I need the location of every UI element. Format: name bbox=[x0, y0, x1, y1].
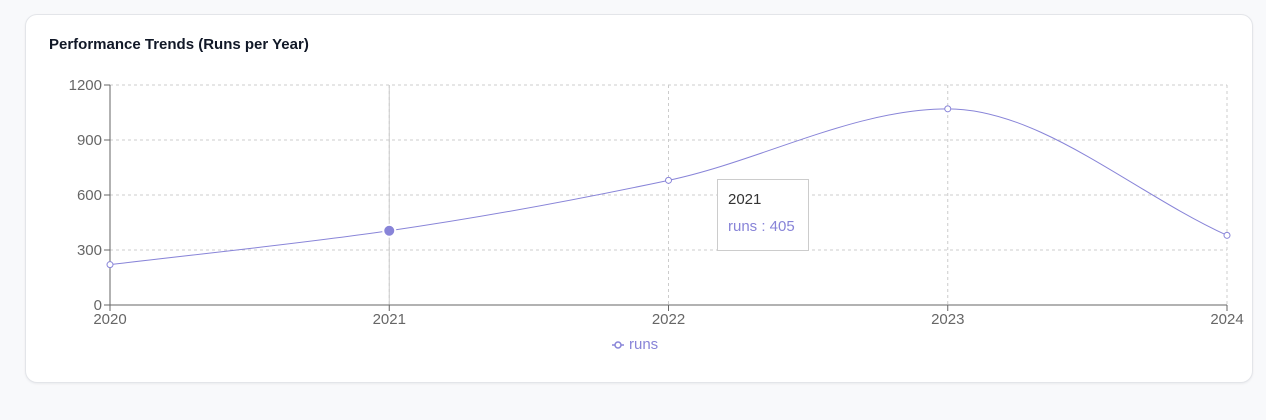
chart-legend[interactable]: runs bbox=[611, 336, 658, 353]
tooltip-label: 2021 bbox=[728, 191, 762, 208]
x-tick-label: 2023 bbox=[931, 311, 964, 328]
x-tick-label: 2021 bbox=[373, 311, 406, 328]
chart-axes: 030060090012002020 2021 2022 2023 2024 bbox=[69, 77, 1244, 328]
line-chart: 030060090012002020 2021 2022 2023 2024 bbox=[69, 77, 1244, 328]
y-tick-label: 1200 bbox=[69, 77, 102, 94]
active-data-point[interactable] bbox=[382, 223, 397, 238]
x-tick-label: 2024 bbox=[1210, 311, 1243, 328]
data-point[interactable] bbox=[106, 261, 114, 269]
y-tick-label: 600 bbox=[77, 187, 102, 204]
x-tick-label: 2020 bbox=[93, 311, 126, 328]
chart-grid bbox=[110, 84, 1228, 305]
legend-label: runs bbox=[629, 336, 659, 353]
x-tick-label: 2022 bbox=[652, 311, 685, 328]
tooltip-item: runs : 405 bbox=[728, 218, 795, 235]
y-tick-label: 300 bbox=[77, 242, 102, 259]
data-point[interactable] bbox=[1223, 231, 1231, 239]
chart-tooltip: 2021 runs : 405 bbox=[717, 179, 809, 251]
data-point[interactable] bbox=[665, 176, 672, 184]
y-tick-label: 900 bbox=[77, 132, 102, 149]
line-legend-icon bbox=[612, 340, 624, 349]
data-point[interactable] bbox=[944, 105, 952, 113]
